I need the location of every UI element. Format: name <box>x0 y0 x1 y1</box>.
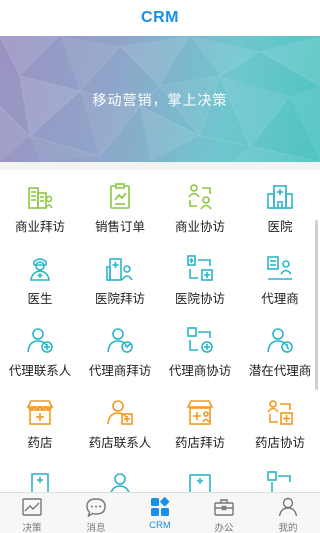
module-hospital-visit[interactable]: 医院拜访 <box>80 242 160 314</box>
pharmacy-visit-icon <box>186 400 214 425</box>
module-hospital-co-visit[interactable]: 医院协访 <box>160 242 240 314</box>
flow-icon <box>267 471 291 492</box>
module-label: 药店协访 <box>254 436 305 450</box>
agent-icon <box>267 256 292 280</box>
module-label: 药店拜访 <box>174 436 225 450</box>
module-label: 代理商拜访 <box>88 364 152 378</box>
module-label: 代理商协访 <box>168 364 232 378</box>
hospital-icon <box>31 473 49 492</box>
module-doctor[interactable]: 医生 <box>0 242 80 314</box>
hospital-co-visit-icon <box>187 255 213 281</box>
section-divider <box>0 162 320 170</box>
module-pharmacy-contact[interactable]: 药店联系人 <box>80 386 160 458</box>
briefcase-icon <box>214 499 234 516</box>
tab-decision[interactable]: 决策 <box>0 493 64 533</box>
module-hospital-partial[interactable] <box>0 458 80 492</box>
pharmacy-contact-icon <box>107 400 133 425</box>
chart-icon <box>22 498 42 516</box>
promo-banner: 移动营销，掌上决策 <box>0 36 320 162</box>
module-business-co-visit[interactable]: 商业协访 <box>160 170 240 242</box>
module-label: 医生 <box>27 292 53 306</box>
module-hospital-partial-2[interactable] <box>160 458 240 492</box>
scrollbar[interactable] <box>315 220 318 390</box>
tab-label: CRM <box>149 520 171 531</box>
app-header: CRM <box>0 0 320 36</box>
module-pharmacy-visit[interactable]: 药店拜访 <box>160 386 240 458</box>
pharmacy-icon <box>26 400 54 425</box>
crm-grid-icon <box>151 497 170 516</box>
module-pharmacy-co-visit[interactable]: 药店协访 <box>240 386 320 458</box>
tab-label: 决策 <box>22 523 42 533</box>
doctor-icon <box>30 258 50 281</box>
module-grid: 商业拜访 销售订单 商业协访 医院 医生 医院拜访 医院协访 代理商 代理联系人… <box>0 170 320 492</box>
module-label: 潜在代理商 <box>248 364 312 378</box>
module-hospital[interactable]: 医院 <box>240 170 320 242</box>
banner-slogan: 移动营销，掌上决策 <box>92 92 228 108</box>
business-visit-icon <box>28 187 53 209</box>
module-business-visit[interactable]: 商业拜访 <box>0 170 80 242</box>
module-label: 商业拜访 <box>14 220 65 234</box>
module-label: 代理商 <box>261 292 299 306</box>
chat-bubble-icon <box>86 498 106 517</box>
bottom-tab-bar: 决策 消息 CRM 办公 我的 <box>0 492 320 533</box>
person-icon <box>278 497 298 517</box>
module-label: 医院协访 <box>174 292 225 306</box>
business-co-visit-icon <box>188 184 212 210</box>
potential-agent-icon <box>267 328 293 353</box>
module-potential-agent[interactable]: 潜在代理商 <box>240 314 320 386</box>
agent-co-visit-icon <box>187 327 213 353</box>
module-agent-visit[interactable]: 代理商拜访 <box>80 314 160 386</box>
module-agent-co-visit[interactable]: 代理商协访 <box>160 314 240 386</box>
agent-visit-icon <box>107 328 133 353</box>
module-agent-contact[interactable]: 代理联系人 <box>0 314 80 386</box>
module-sales-order[interactable]: 销售订单 <box>80 170 160 242</box>
tab-label: 消息 <box>86 523 106 533</box>
module-label: 药店 <box>27 436 53 450</box>
tab-label: 我的 <box>278 523 298 533</box>
pharmacy-co-visit-icon <box>267 400 293 425</box>
module-label: 医院 <box>267 220 293 234</box>
user-icon <box>110 473 130 492</box>
tab-messages[interactable]: 消息 <box>64 493 128 533</box>
module-label: 代理联系人 <box>8 364 72 378</box>
tab-label: 办公 <box>214 523 234 533</box>
hospital-icon <box>267 185 293 209</box>
module-user-partial[interactable] <box>80 458 160 492</box>
module-flow-partial[interactable] <box>240 458 320 492</box>
module-label: 药店联系人 <box>88 436 152 450</box>
hospital-icon <box>189 474 211 492</box>
module-label: 商业协访 <box>174 220 225 234</box>
module-agent[interactable]: 代理商 <box>240 242 320 314</box>
tab-crm[interactable]: CRM <box>128 493 192 533</box>
sales-order-icon <box>110 183 130 209</box>
page-title: CRM <box>141 9 179 26</box>
agent-contact-icon <box>27 328 53 353</box>
module-pharmacy[interactable]: 药店 <box>0 386 80 458</box>
hospital-visit-icon <box>106 258 133 281</box>
module-label: 医院拜访 <box>94 292 145 306</box>
module-label: 销售订单 <box>94 220 145 234</box>
tab-office[interactable]: 办公 <box>192 493 256 533</box>
tab-mine[interactable]: 我的 <box>256 493 320 533</box>
